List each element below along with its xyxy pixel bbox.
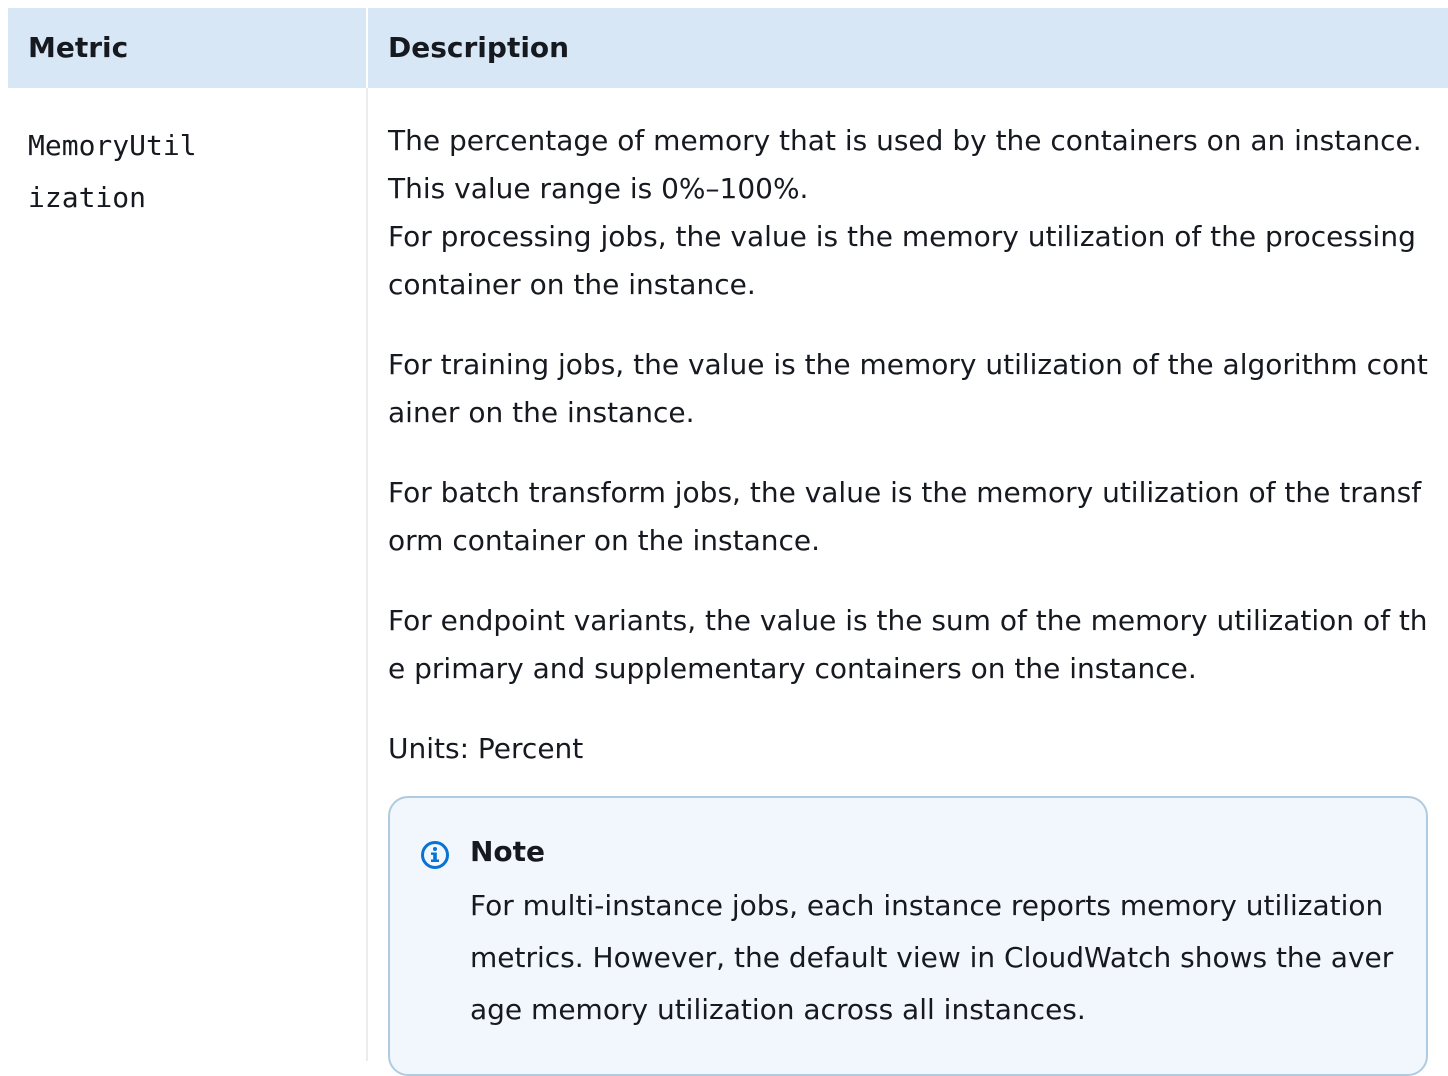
column-header-metric: Metric bbox=[28, 31, 129, 64]
description-paragraph: For endpoint variants, the value is the … bbox=[388, 604, 1428, 685]
table-header-row: Metric Description bbox=[8, 8, 1448, 88]
column-header-description: Description bbox=[366, 8, 1448, 88]
note-callout: Note For multi-instance jobs, each insta… bbox=[388, 796, 1428, 1076]
metric-name: MemoryUtilization bbox=[28, 129, 197, 214]
description-cell: The percentage of memory that is used by… bbox=[388, 117, 1438, 773]
note-title: Note bbox=[470, 835, 546, 868]
metrics-table: Metric Description MemoryUtilization The… bbox=[8, 8, 1448, 1076]
description-paragraph: The percentage of memory that is used by… bbox=[388, 124, 1422, 205]
column-divider bbox=[366, 88, 368, 1061]
description-paragraph: For processing jobs, the value is the me… bbox=[388, 220, 1416, 301]
info-icon bbox=[421, 841, 449, 869]
description-paragraph: For training jobs, the value is the memo… bbox=[388, 348, 1428, 429]
units-text: Units: Percent bbox=[388, 732, 584, 765]
note-text: For multi-instance jobs, each instance r… bbox=[470, 889, 1394, 1026]
description-paragraph: For batch transform jobs, the value is t… bbox=[388, 476, 1422, 557]
